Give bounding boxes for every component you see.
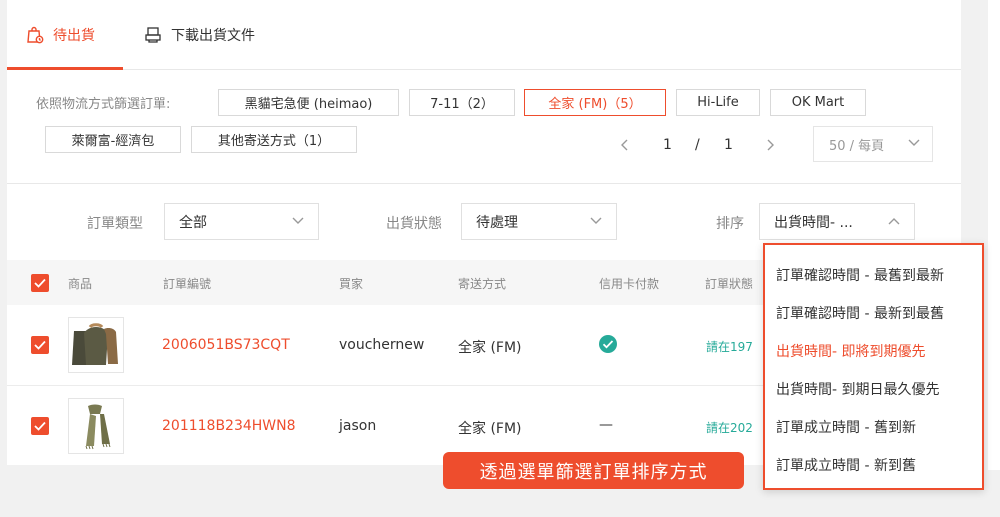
header-credit-card: 信用卡付款 bbox=[599, 277, 660, 291]
sort-option-confirm-new-old[interactable]: 訂單確認時間 - 最新到最舊 bbox=[776, 303, 944, 323]
check-icon bbox=[34, 278, 46, 288]
jacket-image bbox=[72, 323, 118, 365]
chip-other-shipping[interactable]: 其他寄送方式（1） bbox=[191, 126, 357, 153]
side-card bbox=[988, 0, 1000, 470]
order-type-select[interactable]: 全部 bbox=[164, 203, 319, 240]
chip-hi-life[interactable]: Hi-Life bbox=[676, 89, 760, 116]
product-thumbnail[interactable] bbox=[68, 317, 124, 373]
order-type-value: 全部 bbox=[179, 214, 207, 231]
chip-family-mart[interactable]: 全家 (FM)（5） bbox=[524, 89, 666, 116]
per-page-select[interactable]: 50 / 每頁 bbox=[813, 126, 933, 162]
select-all-checkbox[interactable] bbox=[31, 274, 49, 292]
sort-label: 排序 bbox=[716, 216, 744, 232]
row-checkbox[interactable] bbox=[31, 336, 49, 354]
printer-icon bbox=[143, 25, 163, 45]
chevron-up-icon bbox=[888, 218, 900, 225]
header-buyer: 買家 bbox=[339, 277, 364, 291]
credit-card-dash: — bbox=[599, 417, 613, 433]
order-status: 請在197 bbox=[706, 340, 753, 354]
sort-option-ship-soonest[interactable]: 出貨時間- 即將到期優先 bbox=[776, 341, 926, 361]
tab-download-docs-label: 下載出貨文件 bbox=[171, 28, 255, 44]
scarf-image bbox=[85, 404, 111, 450]
logistics-filter-label: 依照物流方式篩選訂單: bbox=[36, 97, 171, 112]
sort-option-confirm-old-new[interactable]: 訂單確認時間 - 最舊到最新 bbox=[776, 265, 944, 285]
order-number-link[interactable]: 201118B234HWN8 bbox=[162, 418, 296, 434]
sort-value: 出貨時間- ... bbox=[774, 214, 853, 231]
ship-status-value: 待處理 bbox=[476, 214, 518, 231]
chip-ok-mart[interactable]: OK Mart bbox=[770, 89, 866, 116]
check-icon bbox=[34, 340, 46, 350]
active-tab-indicator bbox=[7, 67, 123, 70]
shipping-bag-icon bbox=[25, 25, 45, 45]
page-separator: / bbox=[695, 137, 700, 153]
chevron-right-icon bbox=[767, 139, 774, 151]
sort-option-ship-latest[interactable]: 出貨時間- 到期日最久優先 bbox=[776, 379, 940, 399]
product-thumbnail[interactable] bbox=[68, 398, 124, 454]
annotation-banner: 透過選單篩選訂單排序方式 bbox=[443, 452, 744, 489]
chevron-down-icon bbox=[292, 217, 304, 224]
next-page-button[interactable] bbox=[758, 133, 782, 157]
per-page-value: 50 / 每頁 bbox=[829, 138, 885, 154]
ship-status-label: 出貨狀態 bbox=[386, 216, 442, 232]
chevron-down-icon bbox=[590, 217, 602, 224]
shipping-method: 全家 (FM) bbox=[458, 421, 522, 437]
row-checkbox[interactable] bbox=[31, 417, 49, 435]
order-status: 請在202 bbox=[706, 421, 753, 435]
tab-download-docs[interactable]: 下載出貨文件 bbox=[143, 0, 255, 70]
tab-bar: 待出貨 下載出貨文件 bbox=[7, 0, 961, 70]
shipping-method: 全家 (FM) bbox=[458, 340, 522, 356]
credit-card-check-icon bbox=[598, 334, 618, 358]
sort-select[interactable]: 出貨時間- ... bbox=[759, 203, 915, 240]
header-product: 商品 bbox=[68, 277, 93, 291]
section-divider bbox=[7, 183, 961, 184]
tab-to-ship[interactable]: 待出貨 bbox=[25, 0, 95, 70]
chip-heimao[interactable]: 黑貓宅急便 (heimao) bbox=[218, 89, 399, 116]
chip-711[interactable]: 7-11（2） bbox=[409, 89, 515, 116]
total-pages: 1 bbox=[724, 137, 733, 153]
order-type-label: 訂單類型 bbox=[87, 216, 143, 232]
sort-option-created-old-new[interactable]: 訂單成立時間 - 舊到新 bbox=[776, 417, 916, 437]
header-shipping: 寄送方式 bbox=[458, 277, 507, 291]
buyer-name: vouchernew bbox=[339, 337, 425, 353]
chevron-down-icon bbox=[908, 139, 920, 146]
current-page[interactable]: 1 bbox=[663, 130, 672, 160]
sort-option-created-new-old[interactable]: 訂單成立時間 - 新到舊 bbox=[776, 455, 916, 475]
tab-to-ship-label: 待出貨 bbox=[53, 28, 95, 44]
buyer-name: jason bbox=[339, 418, 377, 434]
sort-dropdown-menu: 訂單確認時間 - 最舊到最新 訂單確認時間 - 最新到最舊 出貨時間- 即將到期… bbox=[763, 243, 984, 490]
header-order-no: 訂單編號 bbox=[163, 277, 212, 291]
order-number-link[interactable]: 2006051BS73CQT bbox=[162, 337, 290, 353]
chevron-left-icon bbox=[621, 139, 628, 151]
ship-status-select[interactable]: 待處理 bbox=[461, 203, 617, 240]
prev-page-button[interactable] bbox=[613, 133, 637, 157]
header-order-status: 訂單狀態 bbox=[705, 277, 754, 291]
check-icon bbox=[34, 421, 46, 431]
chip-hilife-economy[interactable]: 萊爾富-經濟包 bbox=[45, 126, 181, 153]
